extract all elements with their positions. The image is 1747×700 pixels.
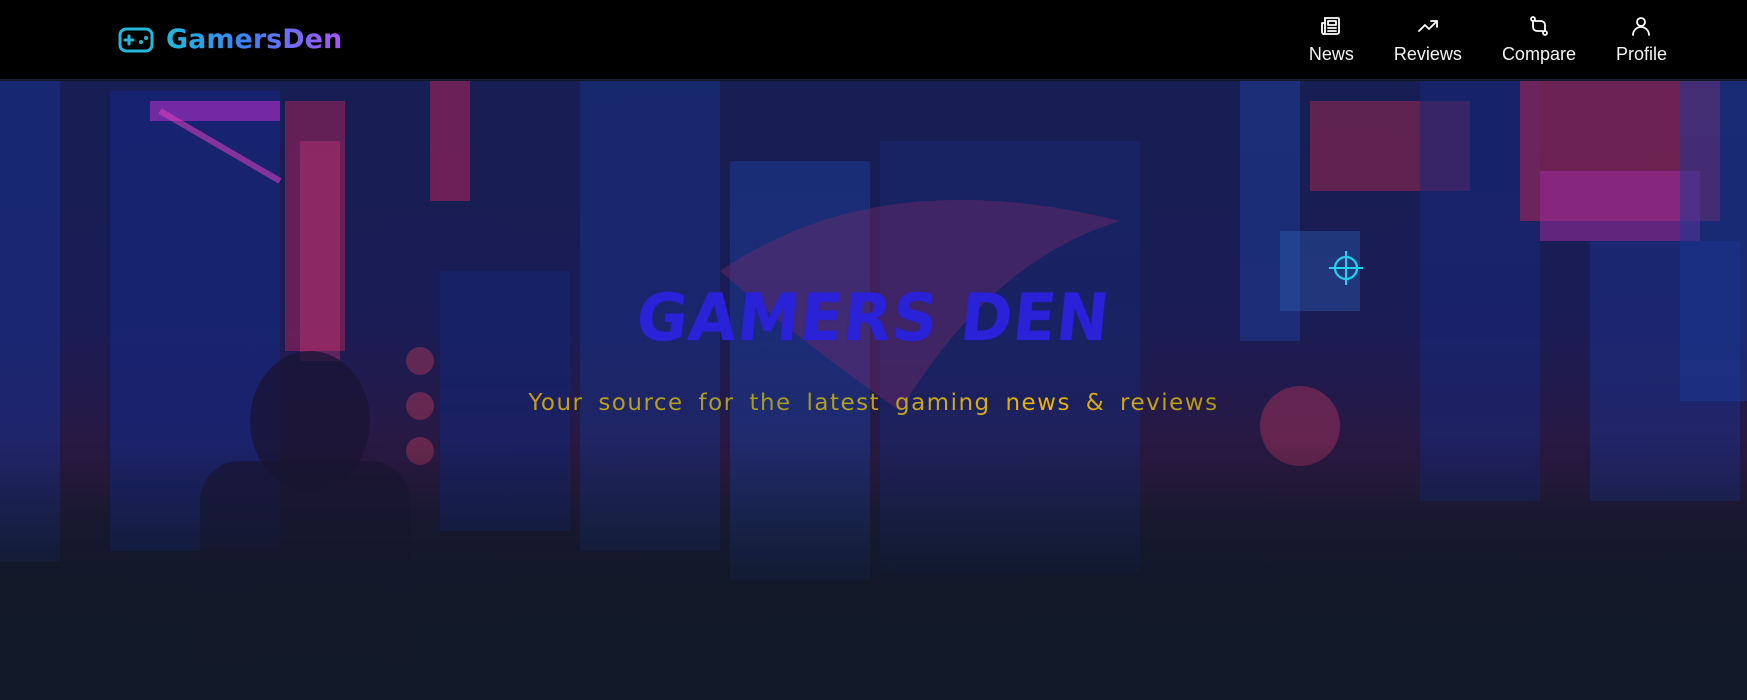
nav-label-profile: Profile (1615, 44, 1667, 64)
brand-logo-link[interactable]: GamersDen (118, 24, 342, 55)
gamepad-icon (118, 27, 154, 53)
hero-content: GAMERS DEN Your source for the latest ga… (0, 279, 1747, 416)
compare-arrows-icon (1530, 16, 1548, 36)
nav-item-news[interactable]: News (1289, 14, 1374, 65)
top-navbar: GamersDen News Reviews Compare Profile (0, 0, 1747, 80)
nav-item-reviews[interactable]: Reviews (1374, 14, 1482, 65)
crosshair-icon[interactable] (1327, 249, 1365, 287)
hero-section: GAMERS DEN Your source for the latest ga… (0, 81, 1747, 700)
main-nav: News Reviews Compare Profile (1289, 14, 1687, 65)
nav-label-compare: Compare (1501, 44, 1576, 64)
hero-gradient-overlay (0, 440, 1747, 700)
nav-item-compare[interactable]: Compare (1482, 14, 1596, 65)
hero-title: GAMERS DEN (633, 279, 1114, 356)
user-icon (1632, 17, 1651, 36)
brand-name: GamersDen (166, 24, 343, 55)
newspaper-icon (1321, 17, 1341, 35)
nav-item-profile[interactable]: Profile (1596, 14, 1687, 65)
nav-label-news: News (1308, 44, 1354, 64)
trending-up-icon (1418, 20, 1438, 32)
nav-label-reviews: Reviews (1393, 44, 1462, 64)
hero-subtitle: Your source for the latest gaming news &… (0, 390, 1747, 416)
